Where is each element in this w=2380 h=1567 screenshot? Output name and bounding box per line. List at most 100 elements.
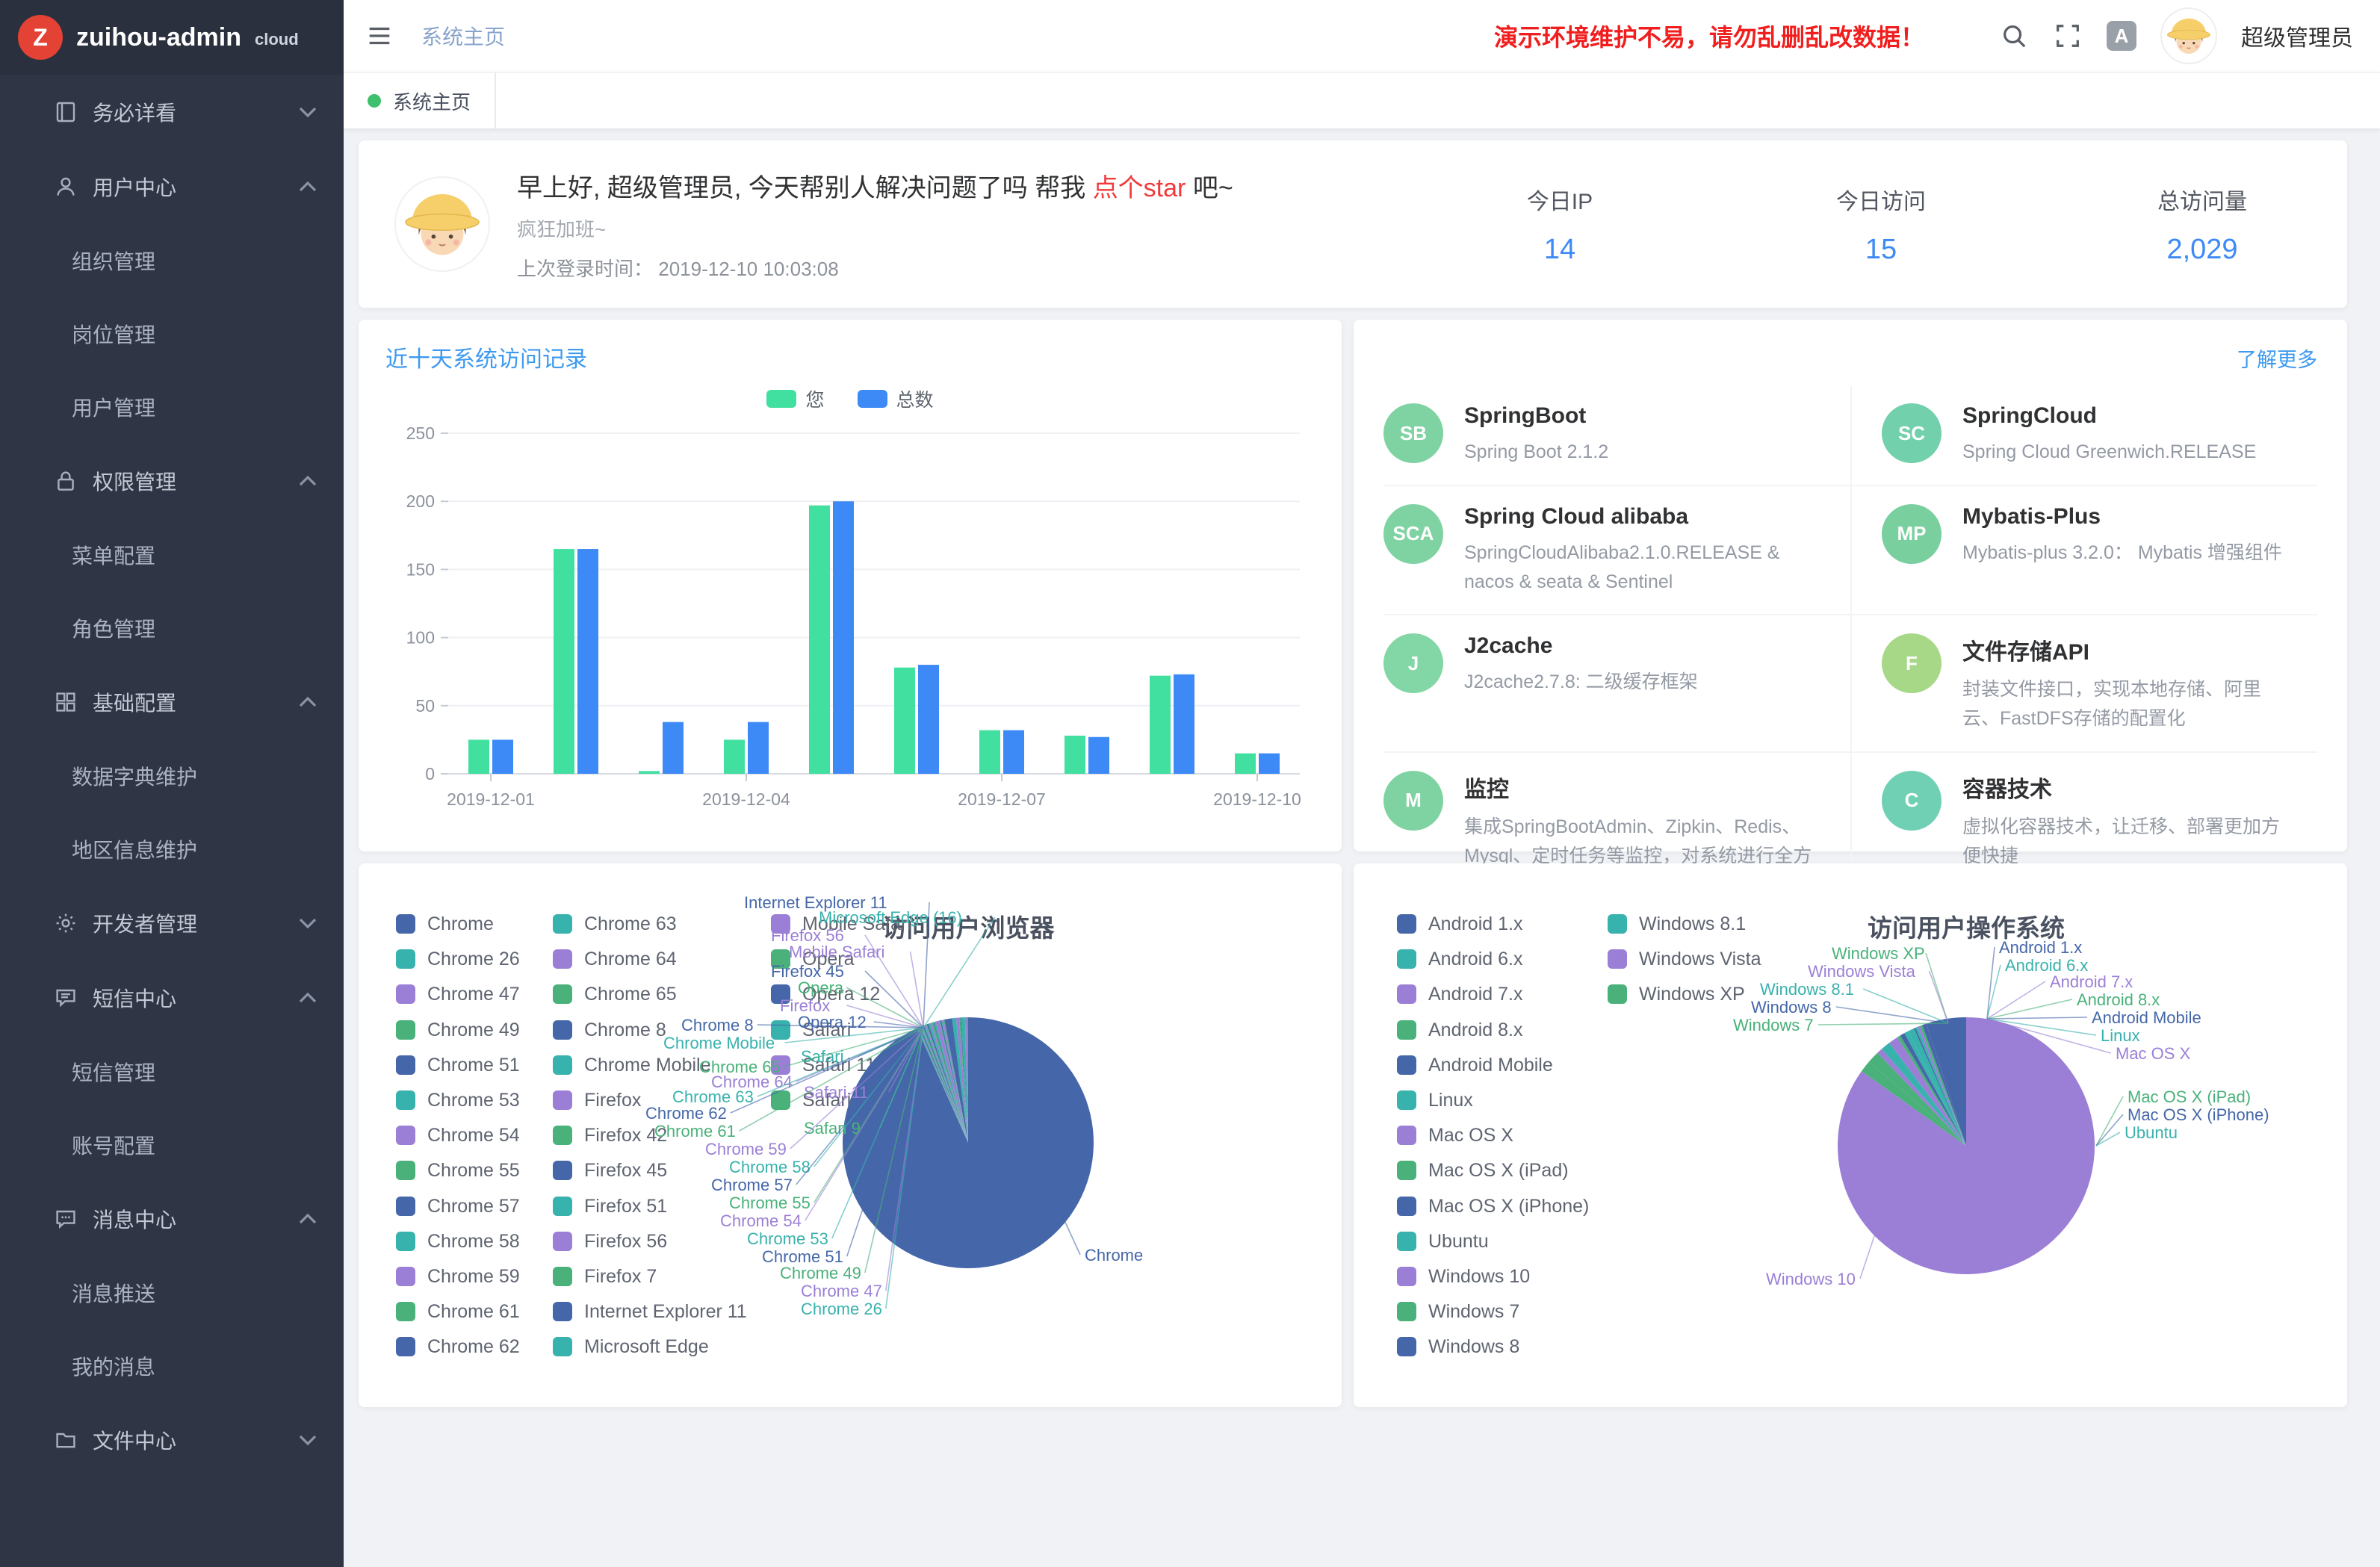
legend-item-mac-os-x[interactable]: Mac OS X (1397, 1126, 1589, 1145)
sidebar-subitem-my-messages[interactable]: 我的消息 (0, 1329, 344, 1403)
legend-item-opera[interactable]: Opera (771, 949, 911, 969)
legend-swatch (553, 1126, 572, 1145)
sidebar-subitem-user-management[interactable]: 用户管理 (0, 370, 344, 444)
legend-item-chrome-53[interactable]: Chrome 53 (396, 1090, 520, 1110)
tech-title: Spring Cloud alibaba (1464, 504, 1829, 530)
legend-item-chrome-mobile[interactable]: Chrome Mobile (553, 1055, 747, 1075)
sidebar-subitem-sms-management[interactable]: 短信管理 (0, 1035, 344, 1108)
legend-item-chrome-58[interactable]: Chrome 58 (396, 1232, 520, 1251)
legend-item-android-mobile[interactable]: Android Mobile (1397, 1055, 1589, 1075)
sidebar-item-sms-center[interactable]: 短信中心 (0, 961, 344, 1035)
legend-item-android-7-x[interactable]: Android 7.x (1397, 984, 1589, 1004)
legend-item-chrome[interactable]: Chrome (396, 914, 520, 934)
legend-item-microsoft-edge[interactable]: Microsoft Edge (553, 1337, 747, 1356)
legend-item-internet-explorer-11[interactable]: Internet Explorer 11 (553, 1302, 747, 1321)
legend-swatch (553, 1337, 572, 1356)
app-logo[interactable]: Z zuihou-admin cloud (0, 0, 344, 75)
sidebar-subitem-menu-config[interactable]: 菜单配置 (0, 518, 344, 592)
legend-item-ubuntu[interactable]: Ubuntu (1397, 1232, 1589, 1251)
legend-item-chrome-51[interactable]: Chrome 51 (396, 1055, 520, 1075)
sidebar-item-must-read[interactable]: 务必详看 (0, 75, 344, 149)
legend-item-chrome-26[interactable]: Chrome 26 (396, 949, 520, 969)
legend-item-windows-vista[interactable]: Windows Vista (1608, 949, 1761, 969)
sidebar-subitem-post-management[interactable]: 岗位管理 (0, 297, 344, 370)
legend-item-windows-10[interactable]: Windows 10 (1397, 1267, 1589, 1286)
sidebar-item-developer[interactable]: 开发者管理 (0, 886, 344, 961)
legend-label: Chrome 54 (427, 1126, 520, 1145)
legend-item-chrome-49[interactable]: Chrome 49 (396, 1020, 520, 1040)
sidebar-subitem-data-dictionary[interactable]: 数据字典维护 (0, 739, 344, 813)
tech-desc: 封装文件接口，实现本地存储、阿里云、FastDFS存储的配置化 (1962, 675, 2296, 733)
font-size-icon[interactable]: A (2107, 21, 2136, 51)
legend-item-android-1-x[interactable]: Android 1.x (1397, 914, 1589, 934)
pie-slice-opera (959, 1017, 968, 1143)
sidebar-subitem-area-info[interactable]: 地区信息维护 (0, 813, 344, 886)
legend-item-android-8-x[interactable]: Android 8.x (1397, 1020, 1589, 1040)
pie-callout-label: Linux (2101, 1026, 2140, 1045)
legend-item-chrome-64[interactable]: Chrome 64 (553, 949, 747, 969)
sidebar-item-permission[interactable]: 权限管理 (0, 444, 344, 518)
legend-item-safari-9[interactable]: Safari 9 (771, 1090, 911, 1110)
pie-slice-windows-vista (1877, 1049, 1966, 1146)
sidebar-subitem-org-management[interactable]: 组织管理 (0, 224, 344, 297)
legend-item-chrome-62[interactable]: Chrome 62 (396, 1337, 520, 1356)
learn-more-link[interactable]: 了解更多 (2237, 344, 2317, 373)
greeting-line: 早上好, 超级管理员, 今天帮别人解决问题了吗 帮我 点个star 吧~ (517, 167, 1233, 204)
tech-title: 文件存储API (1962, 633, 2296, 666)
legend-swatch (1397, 1302, 1416, 1321)
star-link[interactable]: 点个star (1093, 174, 1186, 202)
sidebar-subitem-message-push[interactable]: 消息推送 (0, 1256, 344, 1329)
legend-item-firefox[interactable]: Firefox (553, 1090, 747, 1110)
legend-item-linux[interactable]: Linux (1397, 1090, 1589, 1110)
collapse-sidebar-icon[interactable] (365, 21, 394, 51)
legend-item-you[interactable]: 您 (766, 385, 824, 412)
legend-item-chrome-47[interactable]: Chrome 47 (396, 984, 520, 1004)
legend-item-chrome-55[interactable]: Chrome 55 (396, 1161, 520, 1180)
legend-item-chrome-63[interactable]: Chrome 63 (553, 914, 747, 934)
legend-item-chrome-59[interactable]: Chrome 59 (396, 1267, 520, 1286)
logo-title: zuihou-admin (76, 23, 241, 52)
legend-item-firefox-42[interactable]: Firefox 42 (553, 1126, 747, 1145)
svg-text:50: 50 (415, 696, 435, 716)
svg-text:250: 250 (406, 423, 435, 443)
legend-item-firefox-51[interactable]: Firefox 51 (553, 1197, 747, 1216)
legend-item-total[interactable]: 总数 (858, 385, 934, 412)
legend-item-windows-8-1[interactable]: Windows 8.1 (1608, 914, 1761, 934)
fullscreen-icon[interactable] (2053, 21, 2083, 51)
tab-home[interactable]: 系统主页 (344, 73, 496, 128)
legend-item-opera-12[interactable]: Opera 12 (771, 984, 911, 1004)
sidebar-item-message-center[interactable]: 消息中心 (0, 1182, 344, 1256)
tech-desc: 虚拟化容器技术，让迁移、部署更加方便快捷 (1962, 813, 2296, 871)
legend-item-windows-xp[interactable]: Windows XP (1608, 984, 1761, 1004)
legend-item-safari-11[interactable]: Safari 11 (771, 1055, 911, 1075)
legend-item-mobile-safari[interactable]: Mobile Safari (771, 914, 911, 934)
breadcrumb[interactable]: 系统主页 (421, 21, 505, 51)
legend-item-chrome-8[interactable]: Chrome 8 (553, 1020, 747, 1040)
legend-item-windows-8[interactable]: Windows 8 (1397, 1337, 1589, 1356)
username[interactable]: 超级管理员 (2241, 19, 2353, 52)
legend-item-mac-os-x-ipad[interactable]: Mac OS X (iPad) (1397, 1161, 1589, 1180)
legend-item-chrome-65[interactable]: Chrome 65 (553, 984, 747, 1004)
legend-item-firefox-7[interactable]: Firefox 7 (553, 1267, 747, 1286)
legend-item-safari[interactable]: Safari (771, 1020, 911, 1040)
legend-item-chrome-54[interactable]: Chrome 54 (396, 1126, 520, 1145)
legend-item-mac-os-x-iphone[interactable]: Mac OS X (iPhone) (1397, 1197, 1589, 1216)
legend-item-android-6-x[interactable]: Android 6.x (1397, 949, 1589, 969)
legend-item-firefox-45[interactable]: Firefox 45 (553, 1161, 747, 1180)
sidebar-subitem-role-management[interactable]: 角色管理 (0, 592, 344, 665)
greeting-card: 早上好, 超级管理员, 今天帮别人解决问题了吗 帮我 点个star 吧~ 疯狂加… (359, 140, 2347, 308)
legend-swatch (1397, 984, 1416, 1004)
sidebar-subitem-account-config[interactable]: 账号配置 (0, 1108, 344, 1182)
legend-item-windows-7[interactable]: Windows 7 (1397, 1302, 1589, 1321)
search-icon[interactable] (1999, 21, 2029, 51)
sidebar-item-user-center[interactable]: 用户中心 (0, 149, 344, 224)
user-avatar[interactable] (2160, 7, 2217, 64)
legend-item-firefox-56[interactable]: Firefox 56 (553, 1232, 747, 1251)
legend-swatch (396, 914, 415, 934)
sidebar-item-file-center[interactable]: 文件中心 (0, 1403, 344, 1477)
legend-item-chrome-57[interactable]: Chrome 57 (396, 1197, 520, 1216)
legend-item-chrome-61[interactable]: Chrome 61 (396, 1302, 520, 1321)
legend-swatch (1397, 1055, 1416, 1075)
sidebar-item-basic-config[interactable]: 基础配置 (0, 665, 344, 739)
legend-swatch (766, 390, 796, 408)
